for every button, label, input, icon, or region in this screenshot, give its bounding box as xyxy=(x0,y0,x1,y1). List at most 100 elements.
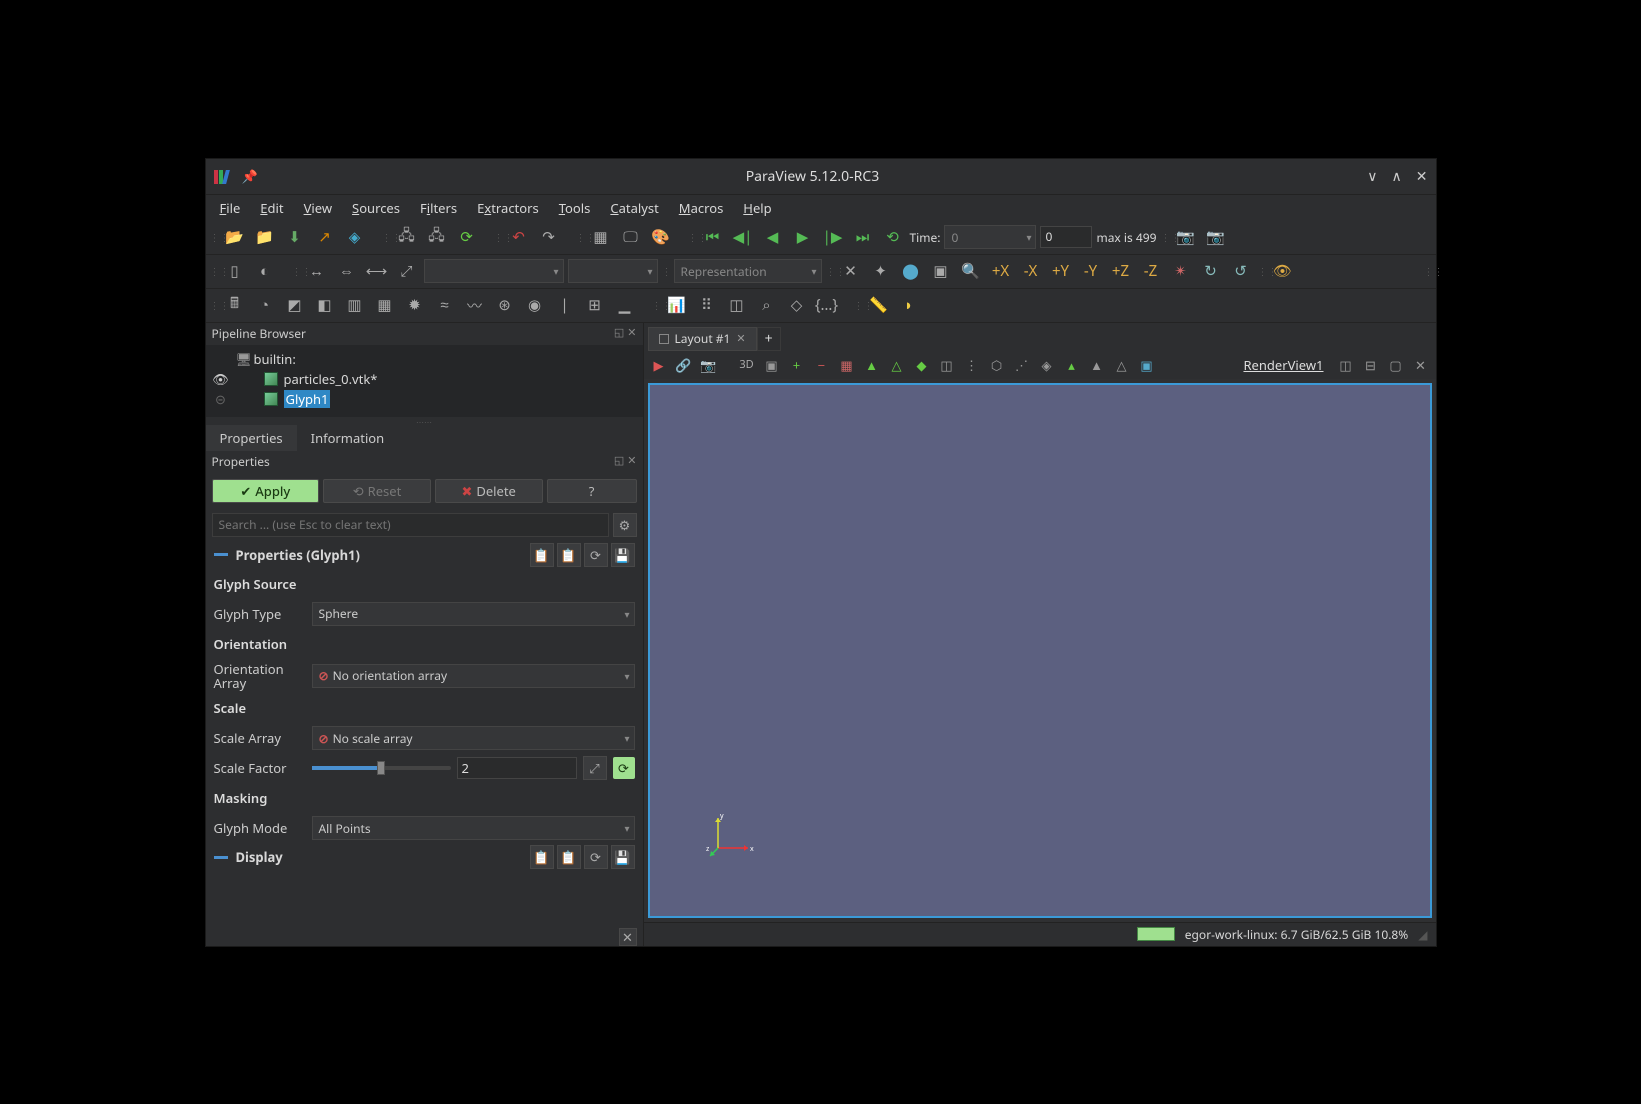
minusy-icon[interactable]: -Y xyxy=(1078,258,1104,284)
orientation-array-selector[interactable]: No orientation array xyxy=(312,664,635,688)
plusz-icon[interactable]: +Z xyxy=(1108,258,1134,284)
time-index-field[interactable]: 0 xyxy=(1040,226,1092,248)
close-panel-icon[interactable]: ✕ xyxy=(627,325,636,343)
eye-icon[interactable]: 👁 xyxy=(1270,258,1296,284)
isometric-icon[interactable]: ✴ xyxy=(1168,258,1194,284)
colorbar-icon[interactable]: ▯ xyxy=(222,258,248,284)
minusx-icon[interactable]: -X xyxy=(1018,258,1044,284)
save-data-icon[interactable]: ⬇ xyxy=(282,224,308,250)
frustum-cells-icon[interactable]: ◫ xyxy=(936,354,958,376)
close-icon[interactable]: ✕ xyxy=(1416,167,1428,186)
pipeline-tree[interactable]: 🖥 builtin: 👁 particles_0.vtk* ⊝ Glyph1 xyxy=(206,345,643,417)
ruler-icon[interactable]: 📏 xyxy=(866,292,892,318)
box-icon[interactable]: ▦ xyxy=(588,224,614,250)
remove-selection-icon[interactable]: − xyxy=(811,354,833,376)
interactive-points-icon[interactable]: △ xyxy=(1111,354,1133,376)
range-icon[interactable]: ↔ xyxy=(304,258,330,284)
connect-icon[interactable]: ◈ xyxy=(342,224,368,250)
warp-icon[interactable]: 〰 xyxy=(462,292,488,318)
glyph-mode-selector[interactable]: All Points xyxy=(312,816,635,840)
range-custom-icon[interactable]: ⟷ xyxy=(364,258,390,284)
menu-file[interactable]: File xyxy=(212,197,249,219)
reset-range-icon[interactable]: ⤢ xyxy=(583,756,607,780)
copy-icon[interactable]: 📋 xyxy=(530,845,554,869)
dots-icon[interactable]: ⠿ xyxy=(694,292,720,318)
interactive-cells-icon[interactable]: ▲ xyxy=(1086,354,1108,376)
range-time-icon[interactable]: ⇔ xyxy=(334,258,360,284)
subset-icon[interactable]: ◉ xyxy=(522,292,548,318)
menu-catalyst[interactable]: Catalyst xyxy=(602,197,666,219)
minusz-icon[interactable]: -Z xyxy=(1138,258,1164,284)
search-input[interactable] xyxy=(212,513,609,537)
stream-icon[interactable]: ≈ xyxy=(432,292,458,318)
scale-factor-field[interactable] xyxy=(457,757,577,779)
time-value-field[interactable]: 0 xyxy=(944,225,1036,249)
glyph-icon[interactable]: ✹ xyxy=(402,292,428,318)
menu-help[interactable]: Help xyxy=(735,197,779,219)
close-panel-icon[interactable]: ✕ xyxy=(627,453,636,471)
delete-button[interactable]: ✖ Delete xyxy=(435,479,543,503)
select-block-icon[interactable]: ◆ xyxy=(911,354,933,376)
play-icon[interactable]: ▶ xyxy=(790,224,816,250)
collapse-bar-icon[interactable] xyxy=(214,856,228,859)
plusy-icon[interactable]: +Y xyxy=(1048,258,1074,284)
resize-grip-icon[interactable]: ◢ xyxy=(1418,926,1427,943)
protractor-icon[interactable]: ◗ xyxy=(896,292,922,318)
select-cells-icon[interactable]: ▦ xyxy=(836,354,858,376)
server-connect-icon[interactable]: 🖧 xyxy=(394,224,420,250)
scale-array-selector[interactable]: No scale array xyxy=(312,726,635,750)
close-tab-icon[interactable]: ✕ xyxy=(736,331,745,346)
help-button[interactable]: ? xyxy=(547,479,637,503)
camera-add-icon[interactable]: 📷 xyxy=(1202,224,1228,250)
query-icon[interactable]: ◫ xyxy=(724,292,750,318)
snapshot-icon[interactable]: 📷 xyxy=(698,354,720,376)
first-frame-icon[interactable]: ⏮ xyxy=(700,224,726,250)
rotate-cw-icon[interactable]: ↻ xyxy=(1198,258,1224,284)
select-faces-icon[interactable]: △ xyxy=(886,354,908,376)
bars-icon[interactable]: 📊 xyxy=(664,292,690,318)
save-defaults-icon[interactable]: 💾 xyxy=(611,543,635,567)
add-layout-button[interactable]: + xyxy=(757,327,781,351)
maximize-view-icon[interactable]: ▢ xyxy=(1385,354,1407,376)
menu-extractors[interactable]: Extractors xyxy=(469,197,547,219)
next-frame-icon[interactable]: |▶ xyxy=(820,224,846,250)
restore-icon[interactable]: ⟳ xyxy=(584,543,608,567)
zoom-closest-icon[interactable]: ✦ xyxy=(868,258,894,284)
view-title[interactable]: RenderView1 xyxy=(1243,356,1323,374)
clip-icon[interactable]: ◩ xyxy=(282,292,308,318)
group-icon[interactable]: ⊛ xyxy=(492,292,518,318)
representation-selector[interactable]: Representation xyxy=(674,259,822,283)
menu-macros[interactable]: Macros xyxy=(671,197,732,219)
range-grow-icon[interactable]: ⤢ xyxy=(394,258,420,284)
menu-view[interactable]: View xyxy=(296,197,340,219)
visibility-eye-icon[interactable]: ⊝ xyxy=(212,390,230,408)
copy-icon[interactable]: 📋 xyxy=(530,543,554,567)
histogram-icon[interactable]: ▁ xyxy=(612,292,638,318)
fit-icon[interactable]: ▣ xyxy=(928,258,954,284)
menu-edit[interactable]: Edit xyxy=(252,197,291,219)
menu-filters[interactable]: Filters xyxy=(412,197,465,219)
visibility-eye-icon[interactable]: 👁 xyxy=(212,370,230,388)
array-selector[interactable] xyxy=(424,259,564,283)
hover-cells-icon[interactable]: ◈ xyxy=(1036,354,1058,376)
play-back-icon[interactable]: ◀ xyxy=(760,224,786,250)
poly-points-icon[interactable]: ⋰ xyxy=(1011,354,1033,376)
render-icon[interactable]: ▶ xyxy=(648,354,670,376)
clear-selection-icon[interactable]: ▣ xyxy=(1136,354,1158,376)
folder-icon[interactable]: 📁 xyxy=(252,224,278,250)
layout-tab[interactable]: Layout #1 ✕ xyxy=(648,327,757,351)
split-v-icon[interactable]: ⊟ xyxy=(1360,354,1382,376)
select-points-icon[interactable]: ▲ xyxy=(861,354,883,376)
close-view-icon[interactable]: ✕ xyxy=(1410,354,1432,376)
panel-splitter[interactable]: ⋯⋯ xyxy=(206,417,643,425)
collapse-bar-icon[interactable] xyxy=(214,553,228,556)
menu-tools[interactable]: Tools xyxy=(551,197,599,219)
plusx-icon[interactable]: +X xyxy=(988,258,1014,284)
camera-icon[interactable]: 📷 xyxy=(1172,224,1198,250)
add-selection-icon[interactable]: + xyxy=(786,354,808,376)
tab-properties[interactable]: Properties xyxy=(206,425,297,451)
hover-icon[interactable]: ◇ xyxy=(784,292,810,318)
paste-icon[interactable]: 📋 xyxy=(557,543,581,567)
tree-item-glyph[interactable]: ⊝ Glyph1 xyxy=(206,389,643,409)
glyph-type-selector[interactable]: Sphere xyxy=(312,602,635,626)
